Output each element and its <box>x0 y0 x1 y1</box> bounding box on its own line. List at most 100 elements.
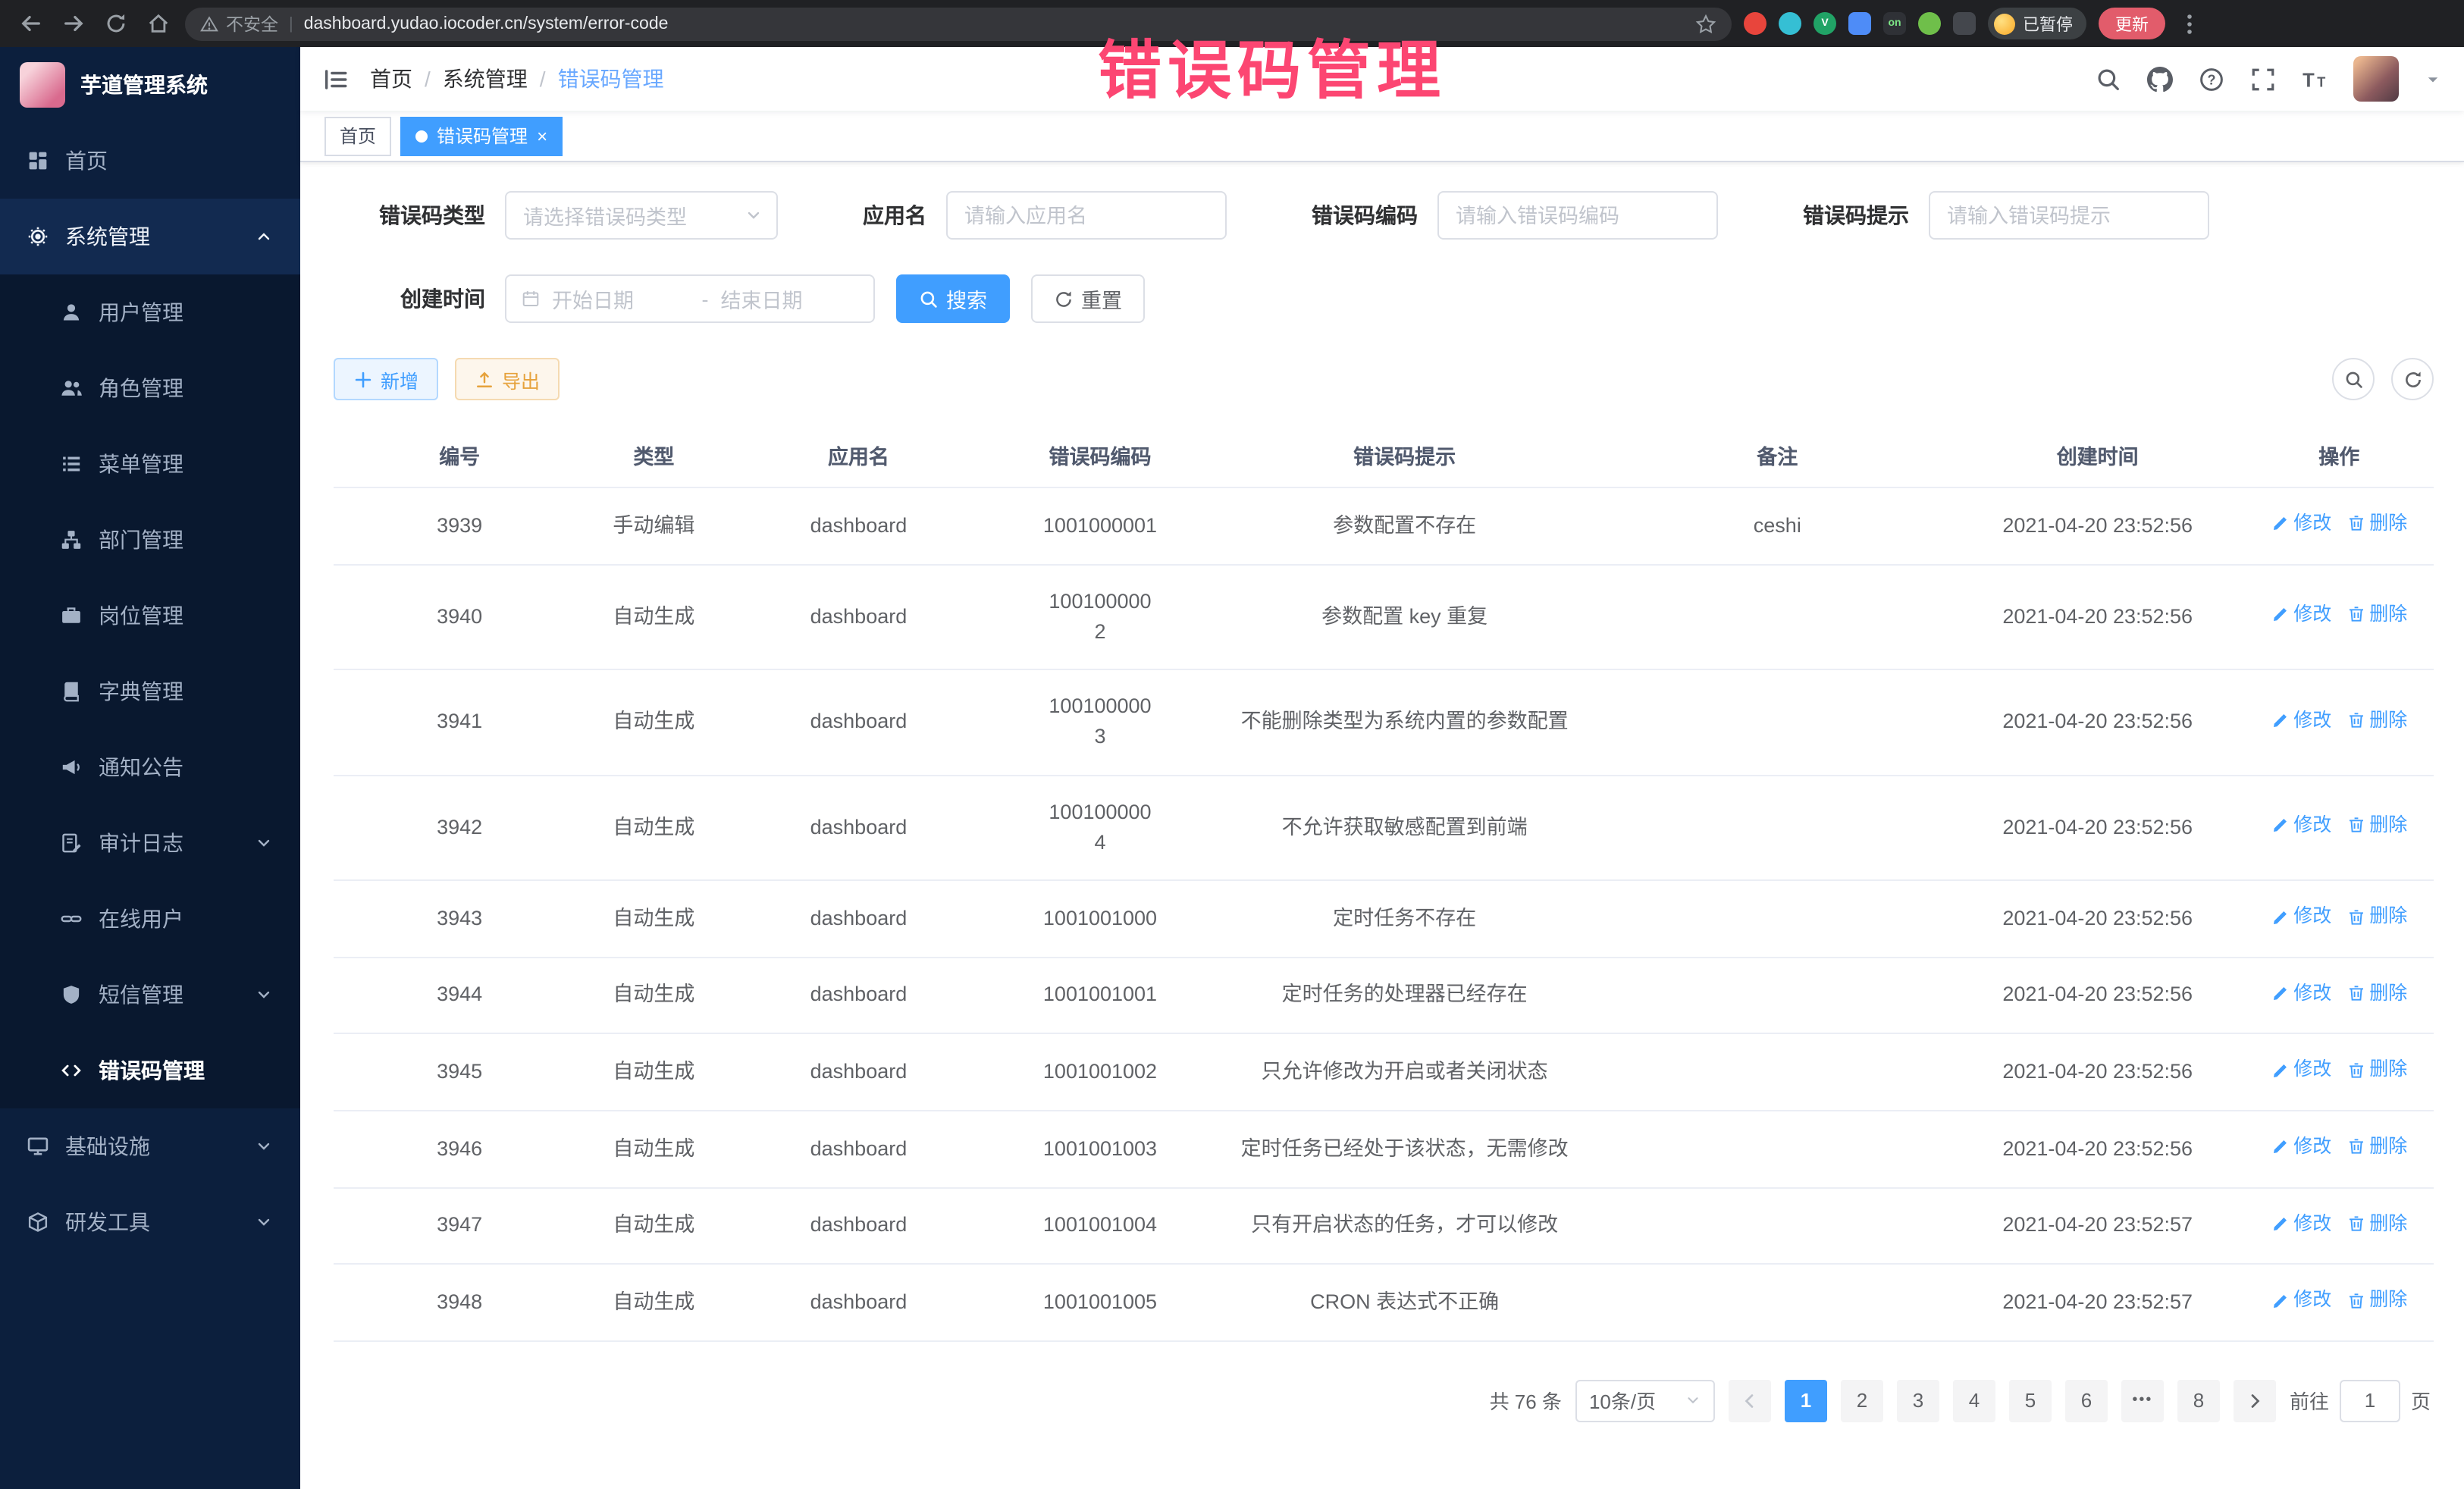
edit-link[interactable]: 修改 <box>2271 509 2331 538</box>
sidebar-item-dev-tools[interactable]: 研发工具 <box>0 1184 300 1260</box>
add-button[interactable]: 新增 <box>334 358 438 400</box>
edit-link[interactable]: 修改 <box>2271 1133 2331 1161</box>
edit-link[interactable]: 修改 <box>2271 706 2331 735</box>
edit-link[interactable]: 修改 <box>2271 902 2331 931</box>
delete-link[interactable]: 删除 <box>2346 509 2407 538</box>
breadcrumb-separator: / <box>540 67 546 91</box>
delete-link[interactable]: 删除 <box>2346 811 2407 840</box>
tab-home[interactable]: 首页 <box>324 116 391 155</box>
pager-page-1[interactable]: 1 <box>1785 1380 1827 1422</box>
reload-icon[interactable] <box>100 8 130 39</box>
fullscreen-icon[interactable] <box>2250 66 2276 92</box>
cell-time: 2021-04-20 23:52:56 <box>1951 880 2245 957</box>
sidebar-item-role-management[interactable]: 角色管理 <box>0 350 300 426</box>
delete-link[interactable]: 删除 <box>2346 1056 2407 1085</box>
sidebar-item-user-management[interactable]: 用户管理 <box>0 274 300 350</box>
error-hint-input[interactable] <box>1930 193 2208 238</box>
edit-link[interactable]: 修改 <box>2271 811 2331 840</box>
back-icon[interactable] <box>15 8 45 39</box>
edit-link[interactable]: 修改 <box>2271 600 2331 629</box>
pager-page-2[interactable]: 2 <box>1841 1380 1883 1422</box>
date-range-separator: - <box>702 287 709 310</box>
drop-extension-icon[interactable] <box>1779 12 1801 35</box>
delete-link[interactable]: 删除 <box>2346 1287 2407 1315</box>
pager-ellipsis[interactable]: ••• <box>2121 1380 2164 1422</box>
breadcrumb-item[interactable]: 系统管理 <box>443 64 528 94</box>
help-icon[interactable]: ? <box>2199 66 2224 92</box>
next-page-button[interactable] <box>2234 1380 2276 1422</box>
edit-link[interactable]: 修改 <box>2271 1209 2331 1238</box>
pager-page-6[interactable]: 6 <box>2065 1380 2108 1422</box>
toggle-search-button[interactable] <box>2332 358 2375 400</box>
v-badge-extension-icon[interactable]: V <box>1814 12 1836 35</box>
security-indicator[interactable]: 不安全 <box>200 11 278 36</box>
cell-type: 自动生成 <box>585 1265 722 1341</box>
search-icon[interactable] <box>2096 66 2121 92</box>
pin-extension-icon[interactable] <box>1953 12 1976 35</box>
grid-extension-icon[interactable] <box>1848 12 1871 35</box>
pager-page-4[interactable]: 4 <box>1953 1380 1995 1422</box>
sidebar-item-menu-management[interactable]: 菜单管理 <box>0 426 300 502</box>
delete-link[interactable]: 删除 <box>2346 980 2407 1008</box>
home-icon[interactable] <box>143 8 173 39</box>
date-range-picker[interactable]: 开始日期 - 结束日期 <box>505 274 875 323</box>
github-icon[interactable] <box>2147 66 2173 92</box>
sidebar-item-dept-management[interactable]: 部门管理 <box>0 502 300 578</box>
font-size-icon[interactable]: TT <box>2302 66 2328 92</box>
cell-type: 自动生成 <box>585 880 722 957</box>
pager-page-3[interactable]: 3 <box>1897 1380 1939 1422</box>
prev-page-button[interactable] <box>1729 1380 1771 1422</box>
delete-link[interactable]: 删除 <box>2346 902 2407 931</box>
edit-link[interactable]: 修改 <box>2271 980 2331 1008</box>
cell-type: 自动生成 <box>585 669 722 775</box>
sidebar-item-system-management[interactable]: 系统管理 <box>0 199 300 274</box>
hamburger-icon[interactable] <box>323 66 349 92</box>
cell-hint: 不能删除类型为系统内置的参数配置 <box>1205 669 1604 775</box>
sidebar-item-notice-announcement[interactable]: 通知公告 <box>0 729 300 805</box>
sidebar-item-home[interactable]: 首页 <box>0 123 300 199</box>
cell-time: 2021-04-20 23:52:56 <box>1951 1111 2245 1187</box>
on-badge-extension-icon[interactable]: on <box>1883 12 1906 35</box>
delete-link[interactable]: 删除 <box>2346 600 2407 629</box>
delete-link[interactable]: 删除 <box>2346 1209 2407 1238</box>
goto-label: 前往 <box>2290 1387 2329 1415</box>
pager-page-5[interactable]: 5 <box>2009 1380 2052 1422</box>
chevron-down-icon[interactable] <box>2425 71 2441 87</box>
user-avatar[interactable] <box>2353 56 2399 102</box>
sidebar-item-dict-management[interactable]: 字典管理 <box>0 654 300 729</box>
forward-icon[interactable] <box>58 8 88 39</box>
sidebar-item-online-user[interactable]: 在线用户 <box>0 881 300 957</box>
sidebar-item-error-code-management[interactable]: 错误码管理 <box>0 1033 300 1108</box>
address-bar[interactable]: 不安全 | dashboard.yudao.iocoder.cn/system/… <box>185 7 1732 40</box>
profile-chip[interactable]: 已暂停 <box>1988 8 2086 39</box>
reset-button[interactable]: 重置 <box>1031 274 1145 323</box>
sidebar-item-audit-log[interactable]: 审计日志 <box>0 805 300 881</box>
logo-row[interactable]: 芋道管理系统 <box>0 47 300 123</box>
leaf-extension-icon[interactable] <box>1918 12 1941 35</box>
sidebar-item-sms-management[interactable]: 短信管理 <box>0 957 300 1033</box>
tab-error-code[interactable]: 错误码管理× <box>400 116 563 155</box>
update-button[interactable]: 更新 <box>2099 8 2165 39</box>
cell-remark <box>1604 669 1951 775</box>
bookmark-star-icon[interactable] <box>1695 13 1716 34</box>
breadcrumb-item[interactable]: 首页 <box>370 64 412 94</box>
search-button[interactable]: 搜索 <box>896 274 1010 323</box>
goto-page-input[interactable] <box>2340 1380 2400 1422</box>
error-type-select[interactable]: 请选择错误码类型 <box>505 191 778 240</box>
edit-link[interactable]: 修改 <box>2271 1056 2331 1085</box>
sidebar-item-infrastructure[interactable]: 基础设施 <box>0 1108 300 1184</box>
delete-link[interactable]: 删除 <box>2346 706 2407 735</box>
refresh-table-button[interactable] <box>2391 358 2434 400</box>
red-dot-extension-icon[interactable] <box>1744 12 1766 35</box>
export-button[interactable]: 导出 <box>455 358 560 400</box>
delete-link[interactable]: 删除 <box>2346 1133 2407 1161</box>
pager-page-8[interactable]: 8 <box>2177 1380 2220 1422</box>
app-name-input[interactable] <box>948 193 1225 238</box>
edit-link[interactable]: 修改 <box>2271 1287 2331 1315</box>
page-size-select[interactable]: 10条/页 <box>1575 1380 1715 1422</box>
sidebar-item-post-management[interactable]: 岗位管理 <box>0 578 300 654</box>
paused-label: 已暂停 <box>2023 11 2073 36</box>
browser-menu-icon[interactable] <box>2177 11 2202 36</box>
error-code-input[interactable] <box>1439 193 1716 238</box>
tab-close-icon[interactable]: × <box>537 127 547 145</box>
